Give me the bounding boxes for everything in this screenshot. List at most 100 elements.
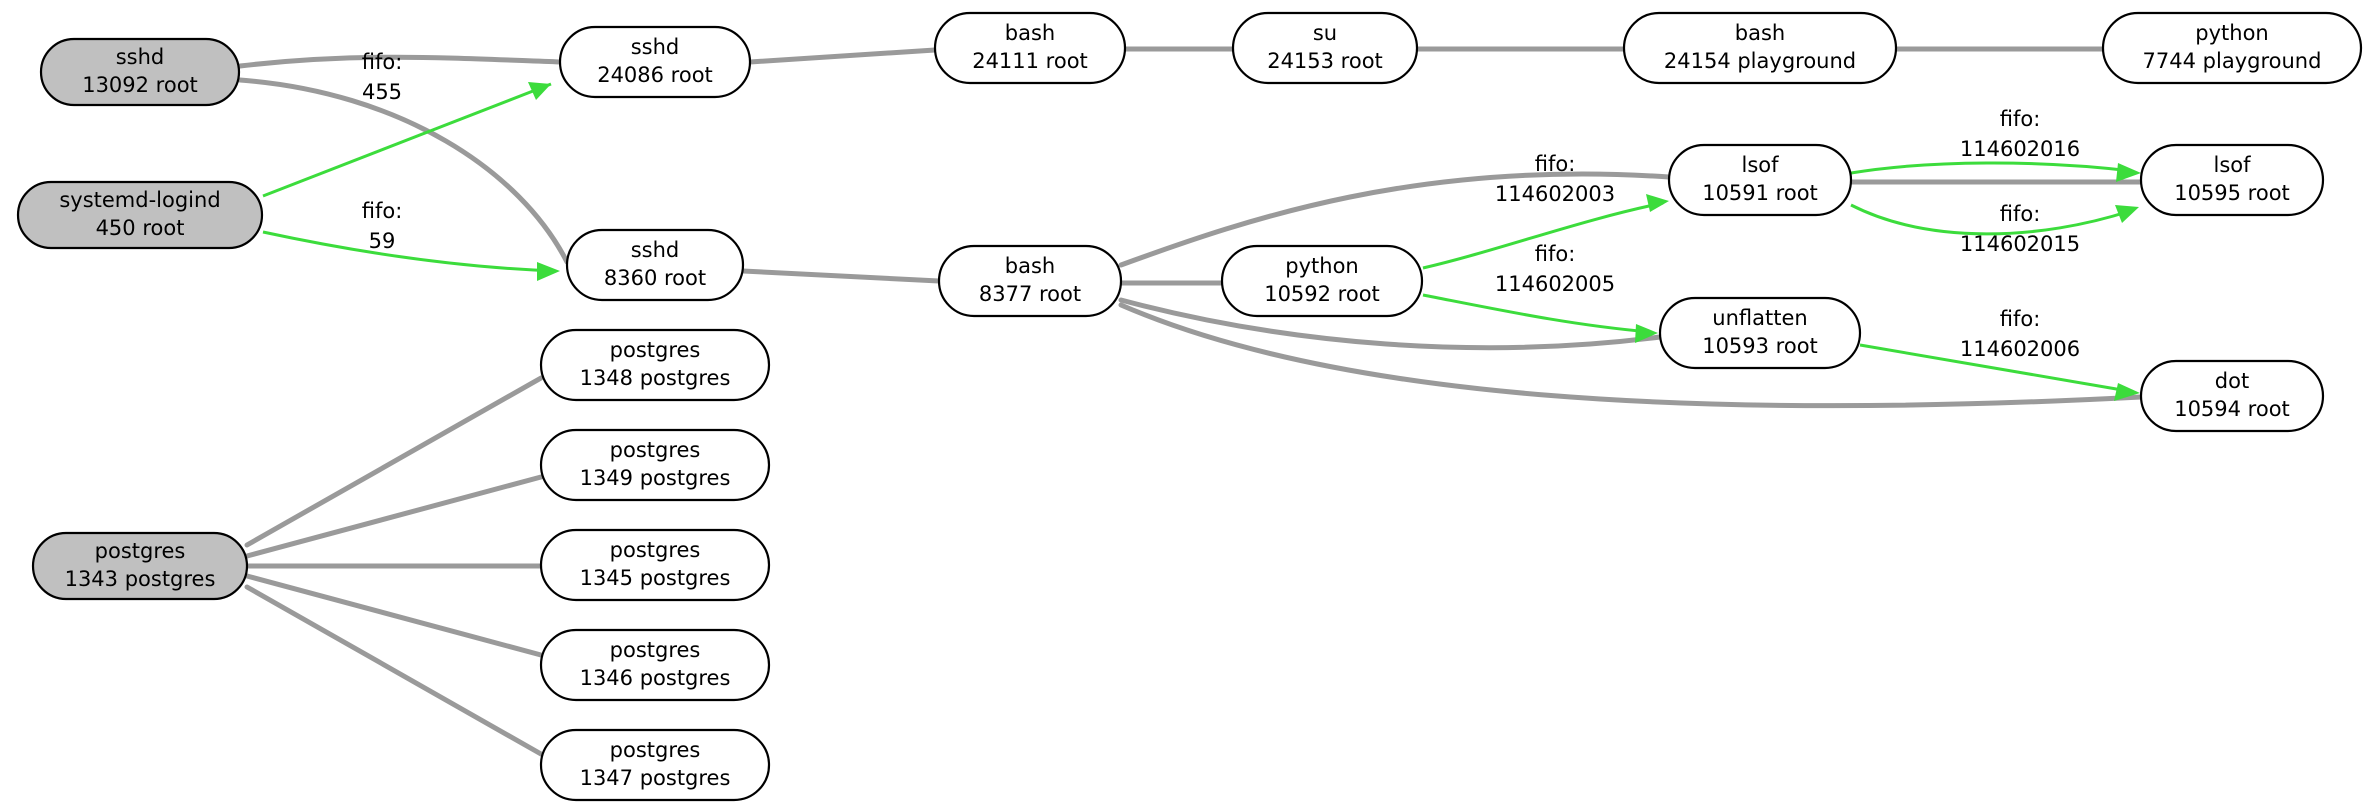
fifo-label-line1: fifo: xyxy=(2000,307,2041,331)
process-node[interactable]: lsof 10595 root xyxy=(2139,143,2325,217)
process-name-label: python xyxy=(2195,21,2268,45)
process-tree-edge xyxy=(244,474,544,559)
process-node[interactable]: bash 24154 playground xyxy=(1622,11,1898,85)
process-pid-user-label: 1343 postgres xyxy=(65,567,216,591)
process-pid-user-label: 24086 root xyxy=(597,63,713,87)
process-name-label: postgres xyxy=(610,438,701,462)
process-pid-user-label: 1347 postgres xyxy=(580,766,731,790)
process-pid-user-label: 13092 root xyxy=(82,73,198,97)
process-name-label: bash xyxy=(1735,21,1785,45)
fifo-arrowhead-icon xyxy=(1646,194,1669,212)
process-pid-user-label: 10592 root xyxy=(1264,282,1380,306)
process-name-label: postgres xyxy=(95,539,186,563)
process-node[interactable]: postgres 1348 postgres xyxy=(539,328,771,402)
fifo-label-line1: fifo: xyxy=(362,50,403,74)
process-pid-user-label: 10591 root xyxy=(1702,181,1818,205)
process-name-label: python xyxy=(1285,254,1358,278)
process-pid-user-label: 7744 playground xyxy=(2143,49,2322,73)
process-pid-user-label: 10593 root xyxy=(1702,334,1818,358)
process-pid-user-label: 24153 root xyxy=(1267,49,1383,73)
process-node[interactable]: sshd 13092 root xyxy=(39,37,241,107)
process-node[interactable]: dot 10594 root xyxy=(2139,359,2325,433)
process-pid-user-label: 450 root xyxy=(96,216,185,240)
process-name-label: lsof xyxy=(2213,153,2251,177)
process-pid-user-label: 24154 playground xyxy=(1664,49,1856,73)
process-graph-canvas: sshd 13092 root systemd-logind 450 root post… xyxy=(16,11,2363,802)
process-name-label: sshd xyxy=(631,35,680,59)
fifo-label-line2: 114602005 xyxy=(1495,272,1615,296)
process-node[interactable]: sshd 8360 root xyxy=(565,228,745,302)
process-node[interactable]: postgres 1343 postgres xyxy=(31,531,249,601)
process-name-label: su xyxy=(1313,21,1337,45)
process-tree-edge xyxy=(747,47,938,65)
process-node[interactable]: systemd-logind 450 root xyxy=(16,180,264,250)
process-pid-user-label: 10595 root xyxy=(2174,181,2290,205)
fifo-label-line2: 114602016 xyxy=(1960,137,2080,161)
process-node[interactable]: python 10592 root xyxy=(1220,244,1424,318)
fifo-label-line2: 59 xyxy=(369,229,396,253)
fifo-label-line2: 114602003 xyxy=(1495,182,1615,206)
fifo-arrowhead-icon xyxy=(2115,205,2139,223)
process-pid-user-label: 1348 postgres xyxy=(580,366,731,390)
process-tree-edge xyxy=(740,268,942,284)
fifo-label-line2: 114602006 xyxy=(1960,337,2080,361)
process-node[interactable]: postgres 1347 postgres xyxy=(539,728,771,802)
fifo-label-line1: fifo: xyxy=(2000,202,2041,226)
process-node[interactable]: postgres 1345 postgres xyxy=(539,528,771,602)
process-tree-edge xyxy=(244,584,544,757)
process-pid-user-label: 8360 root xyxy=(604,266,706,290)
process-node[interactable]: su 24153 root xyxy=(1231,11,1419,85)
process-pid-user-label: 24111 root xyxy=(972,49,1088,73)
process-name-label: dot xyxy=(2215,369,2249,393)
fifo-label-line2: 455 xyxy=(362,80,402,104)
node-layer: sshd 13092 root systemd-logind 450 root post… xyxy=(16,11,2363,802)
fifo-edge xyxy=(1850,203,2131,236)
fifo-label-line1: fifo: xyxy=(2000,107,2041,131)
process-name-label: lsof xyxy=(1741,153,1779,177)
process-pid-user-label: 1346 postgres xyxy=(580,666,731,690)
process-pid-user-label: 8377 root xyxy=(979,282,1081,306)
tree-edge-layer xyxy=(237,46,2144,757)
process-node[interactable]: unflatten 10593 root xyxy=(1658,296,1862,370)
fifo-edge xyxy=(262,230,557,273)
process-name-label: postgres xyxy=(610,738,701,762)
process-node[interactable]: bash 24111 root xyxy=(933,11,1127,85)
process-tree-edge xyxy=(237,77,570,265)
process-name-label: postgres xyxy=(610,538,701,562)
process-name-label: sshd xyxy=(631,238,680,262)
process-node[interactable]: bash 8377 root xyxy=(937,244,1123,318)
fifo-edge-label: fifo: 114602006 xyxy=(1960,307,2080,361)
fifo-label-line1: fifo: xyxy=(1535,242,1576,266)
process-node[interactable]: sshd 24086 root xyxy=(558,25,752,99)
process-pid-user-label: 10594 root xyxy=(2174,397,2290,421)
fifo-edge xyxy=(262,82,552,198)
process-name-label: systemd-logind xyxy=(59,188,220,212)
process-tree-diagram: sshd 13092 root systemd-logind 450 root post… xyxy=(0,0,2380,812)
fifo-edge-label: fifo: 114602005 xyxy=(1495,242,1615,296)
process-pid-user-label: 1345 postgres xyxy=(580,566,731,590)
fifo-edge xyxy=(1850,161,2133,175)
fifo-edge xyxy=(1422,293,1651,334)
process-pid-user-label: 1349 postgres xyxy=(580,466,731,490)
fifo-label-line1: fifo: xyxy=(1535,152,1576,176)
process-node[interactable]: postgres 1349 postgres xyxy=(539,428,771,502)
fifo-edge-label: fifo: 114602003 xyxy=(1495,152,1615,206)
process-name-label: bash xyxy=(1005,21,1055,45)
fifo-edge-label: fifo: 59 xyxy=(362,199,403,253)
fifo-arrowhead-icon xyxy=(537,262,560,281)
fifo-arrowhead-icon xyxy=(2116,163,2141,182)
process-tree-edge xyxy=(244,573,544,658)
process-node[interactable]: postgres 1346 postgres xyxy=(539,628,771,702)
fifo-label-line1: fifo: xyxy=(362,199,403,223)
fifo-label-line2: 114602015 xyxy=(1960,232,2080,256)
process-node[interactable]: lsof 10591 root xyxy=(1667,143,1853,217)
process-name-label: bash xyxy=(1005,254,1055,278)
process-name-label: unflatten xyxy=(1712,306,1807,330)
fifo-edge-label: fifo: 455 xyxy=(362,50,403,104)
process-name-label: postgres xyxy=(610,638,701,662)
process-name-label: sshd xyxy=(116,45,165,69)
process-name-label: postgres xyxy=(610,338,701,362)
process-node[interactable]: python 7744 playground xyxy=(2101,11,2363,85)
fifo-edge-label: fifo: 114602016 xyxy=(1960,107,2080,161)
process-tree-edge xyxy=(244,375,544,548)
